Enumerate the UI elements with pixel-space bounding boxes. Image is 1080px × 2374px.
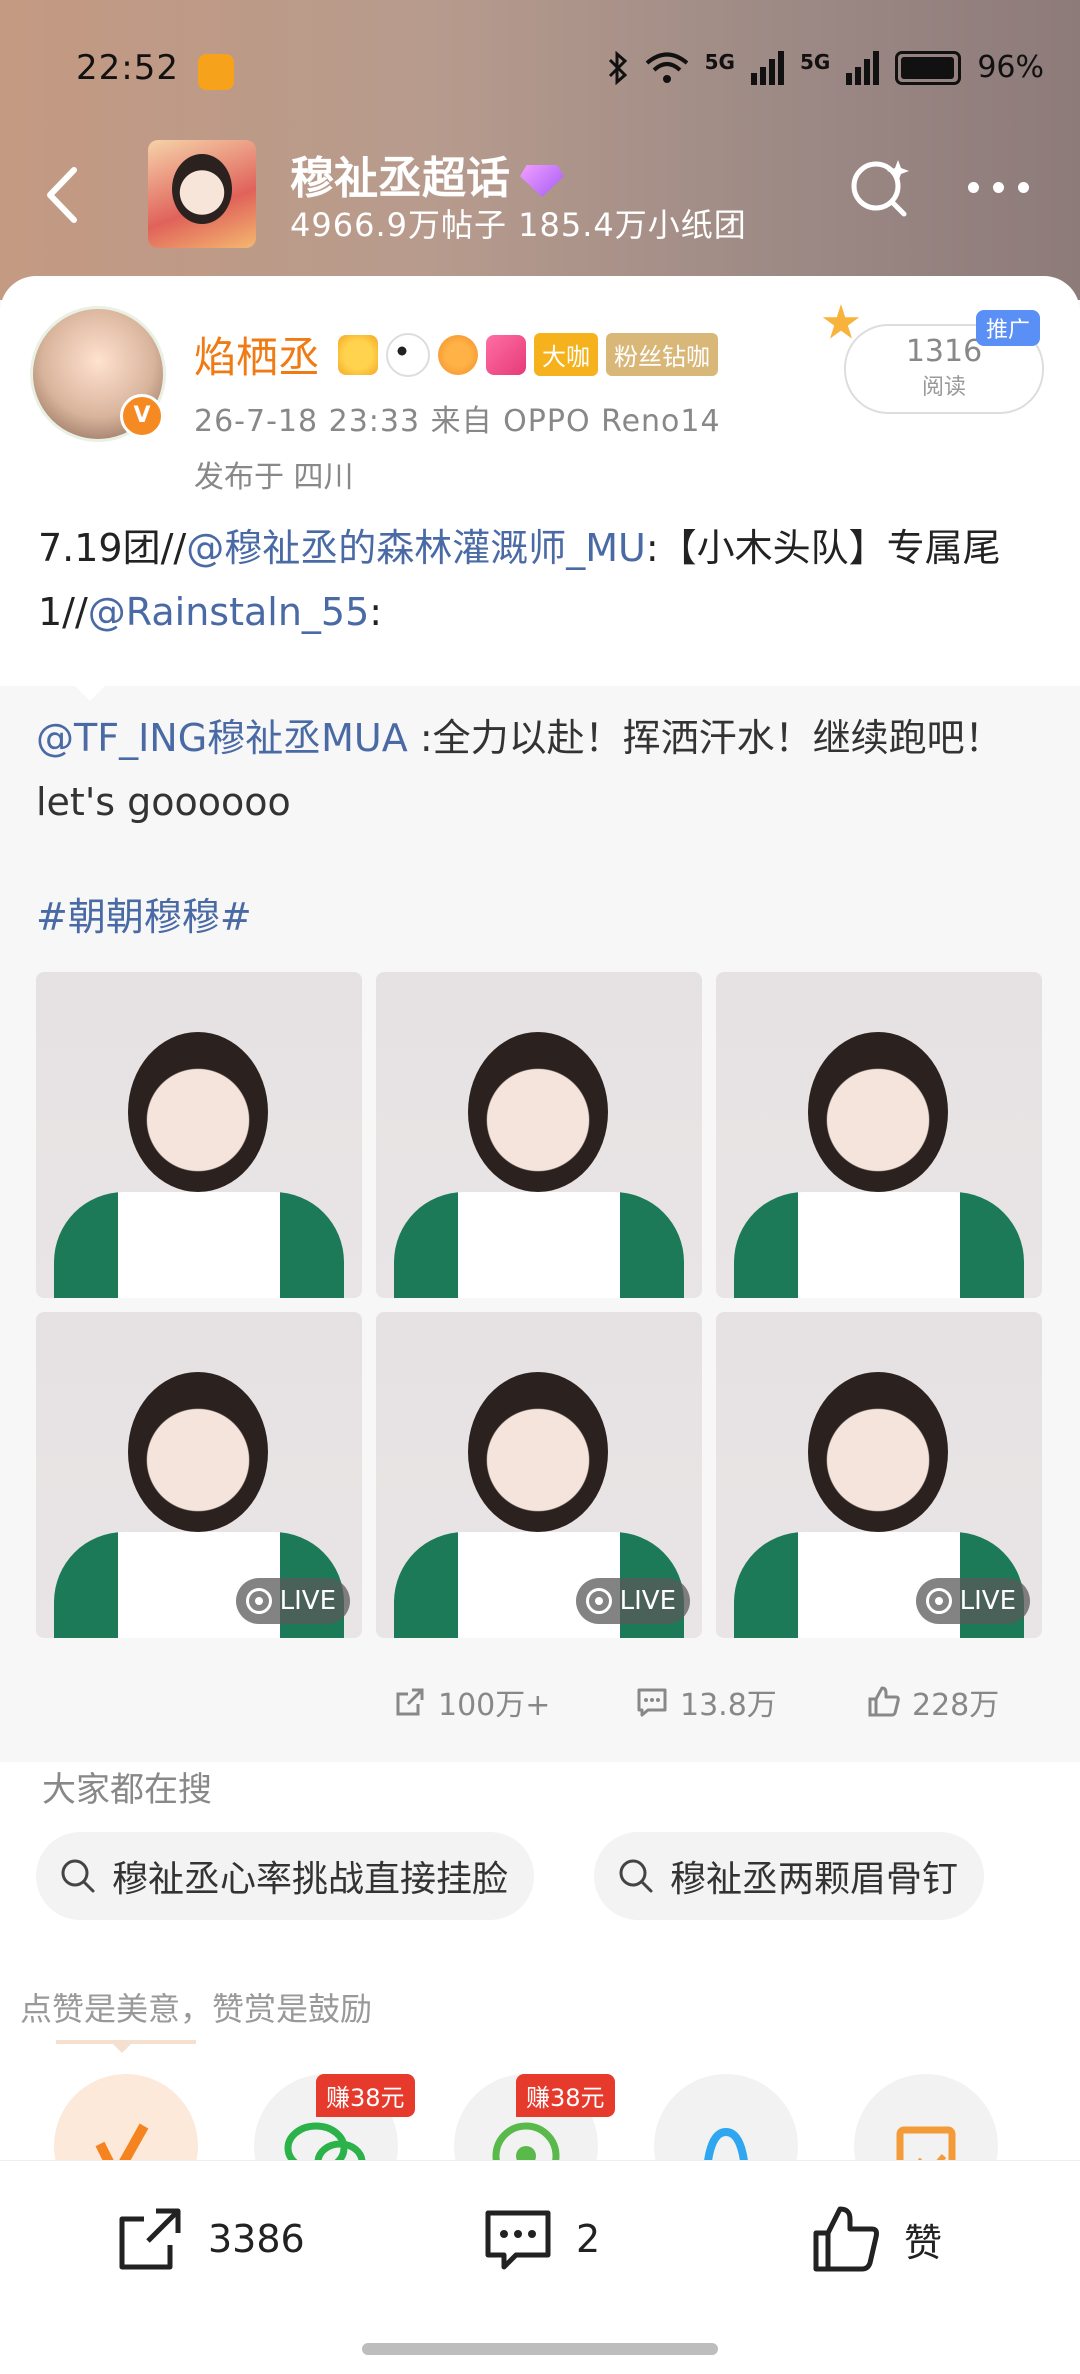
live-photo-badge: LIVE xyxy=(575,1578,690,1624)
comment-icon xyxy=(485,2210,551,2270)
mention-link[interactable]: @穆祉丞的森林灌溉师_MU xyxy=(186,526,646,570)
photo-4[interactable]: LIVE xyxy=(36,1312,362,1638)
search-section-title: 大家都在搜 xyxy=(42,1770,212,1810)
network-label: 5G xyxy=(704,50,735,74)
supertopic-cover-image[interactable] xyxy=(148,140,256,248)
thumbs-up-icon xyxy=(868,1686,900,1717)
reward-pointer xyxy=(110,2041,134,2053)
bluetooth-icon xyxy=(608,50,627,85)
bottom-action-bar: 3386 2 赞 xyxy=(0,2160,1080,2374)
live-icon xyxy=(585,1588,612,1614)
repost-text: @TF_ING穆祉丞MUA :全力以赴！挥洒汗水！继续跑吧！let's gooo… xyxy=(36,706,1046,834)
supertopic-name-text: 穆祉丞超话 xyxy=(290,153,510,204)
live-label: LIVE xyxy=(959,1586,1016,1616)
forward-button[interactable]: 3386 xyxy=(112,2201,305,2277)
post-meta: 26-7-18 23:33 来自 OPPO Reno14 xyxy=(194,404,721,439)
post-text-end: : xyxy=(369,590,383,634)
comment-count: 13.8万 xyxy=(680,1688,777,1723)
status-time: 22:52 xyxy=(76,48,179,88)
live-photo-badge: LIVE xyxy=(915,1578,1030,1624)
live-photo-badge: LIVE xyxy=(235,1578,350,1624)
forward-count: 3386 xyxy=(208,2217,305,2261)
panda-badge-icon xyxy=(386,332,431,377)
diamond-badge-icon xyxy=(520,165,564,197)
big-fan-tag: 大咖 xyxy=(534,333,599,376)
like-button[interactable]: 赞 xyxy=(808,2201,942,2277)
post-text: 7.19团//@穆祉丞的森林灌溉师_MU:【小木头队】专属尾1//@Rainst… xyxy=(38,516,1038,644)
share-icon xyxy=(396,1688,424,1716)
earn-reward-tag: 赚38元 xyxy=(316,2074,415,2117)
post-text-prefix: 7.19团// xyxy=(38,526,187,570)
fish-badge-icon xyxy=(438,334,479,375)
repost-area[interactable]: @TF_ING穆祉丞MUA :全力以赴！挥洒汗水！继续跑吧！let's gooo… xyxy=(0,685,1080,1762)
repost-comment-button[interactable]: 13.8万 xyxy=(634,1680,777,1724)
more-options-button[interactable] xyxy=(968,182,1029,193)
repost-share-button[interactable]: 100万+ xyxy=(392,1680,550,1724)
search-icon xyxy=(61,1859,95,1893)
photo-3[interactable] xyxy=(716,972,1042,1298)
live-label: LIVE xyxy=(279,1586,336,1616)
like-label: 赞 xyxy=(904,2220,943,2265)
author-row: 焰栖丞 大咖 粉丝钻咖 xyxy=(194,324,719,385)
supertopic-stats: 4966.9万帖子 185.4万小纸团 xyxy=(290,206,747,244)
post-card: V 焰栖丞 大咖 粉丝钻咖 26-7-18 23:33 来自 OPPO Reno… xyxy=(0,276,1080,686)
search-icon[interactable] xyxy=(846,154,916,224)
photo-1[interactable] xyxy=(36,972,362,1298)
search-icon xyxy=(619,1859,653,1893)
photo-6[interactable]: LIVE xyxy=(716,1312,1042,1638)
wifi-icon xyxy=(645,52,688,83)
top-nav: 穆祉丞超话 4966.9万帖子 185.4万小纸团 xyxy=(0,130,1080,260)
post-location: 发布于 四川 xyxy=(194,460,354,495)
live-label: LIVE xyxy=(619,1586,676,1616)
signal-icon xyxy=(750,50,784,85)
share-icon xyxy=(119,2208,181,2270)
live-icon xyxy=(245,1588,272,1614)
like-count: 228万 xyxy=(912,1688,1000,1723)
earn-reward-tag-2: 赚38元 xyxy=(516,2074,615,2117)
status-icons: 5G 5G 96% xyxy=(607,50,1044,85)
home-indicator[interactable] xyxy=(362,2343,718,2355)
back-button[interactable] xyxy=(38,160,88,230)
supertopic-name[interactable]: 穆祉丞超话 xyxy=(290,142,564,206)
diamond-fan-tag: 粉丝钻咖 xyxy=(606,333,719,376)
comment-icon xyxy=(637,1688,667,1717)
battery-icon xyxy=(895,50,962,85)
thumbs-up-icon xyxy=(813,2206,879,2272)
live-icon xyxy=(925,1588,952,1614)
battery-percent: 96% xyxy=(977,50,1044,85)
repost-pointer xyxy=(74,685,106,701)
promo-tag[interactable]: 推广 xyxy=(976,310,1041,346)
search-chip-2[interactable]: 穆祉丞两颗眉骨钉 xyxy=(594,1832,985,1920)
photo-2[interactable] xyxy=(376,972,702,1298)
author-name[interactable]: 焰栖丞 xyxy=(194,324,320,385)
weibo-notification-icon xyxy=(198,54,234,90)
repost-actions: 100万+ 13.8万 228万 xyxy=(0,1674,1080,1734)
read-label: 阅读 xyxy=(921,375,966,400)
repost-like-button[interactable]: 228万 xyxy=(866,1680,999,1724)
reward-title: 点赞是美意，赞赏是鼓励 xyxy=(20,1990,373,2028)
crown-badge-icon xyxy=(338,334,379,375)
network-label-2: 5G xyxy=(799,50,831,74)
share-count: 100万+ xyxy=(438,1688,551,1723)
search-chip-label: 穆祉丞心率挑战直接挂脸 xyxy=(112,1859,509,1900)
search-chip-1[interactable]: 穆祉丞心率挑战直接挂脸 xyxy=(36,1832,535,1920)
comment-button[interactable]: 2 xyxy=(480,2201,600,2277)
comment-count: 2 xyxy=(576,2217,601,2261)
mention-link-2[interactable]: @Rainstaln_55 xyxy=(88,590,369,634)
search-chip-label: 穆祉丞两颗眉骨钉 xyxy=(670,1859,959,1900)
original-author-link[interactable]: @TF_ING穆祉丞MUA xyxy=(36,716,408,760)
verified-badge-icon: V xyxy=(120,394,164,438)
level-badge-icon xyxy=(486,334,527,375)
signal-icon-2 xyxy=(846,50,880,85)
topic-hashtag[interactable]: #朝朝穆穆# xyxy=(36,886,252,941)
status-bar: 22:52 5G 5G 96% xyxy=(0,0,1080,140)
photo-5[interactable]: LIVE xyxy=(376,1312,702,1638)
